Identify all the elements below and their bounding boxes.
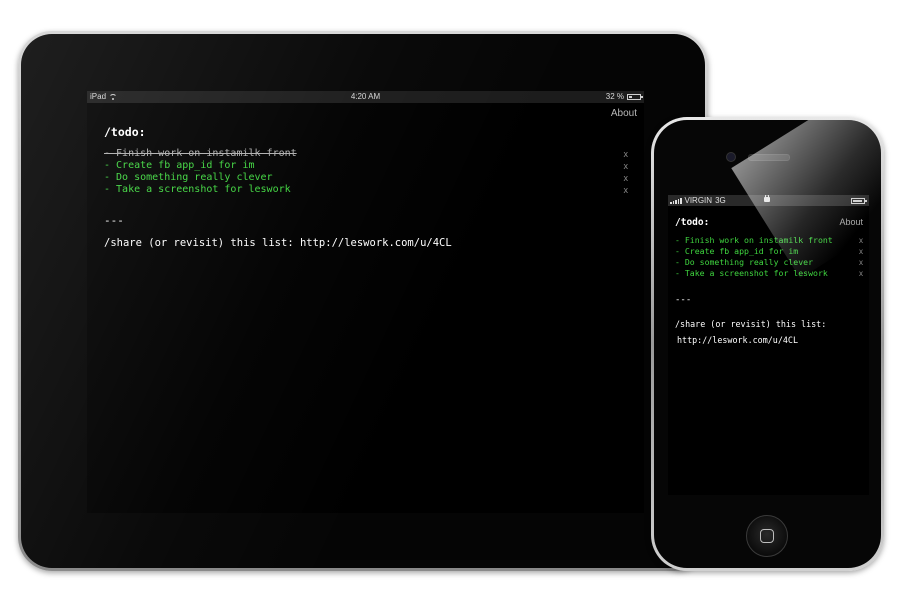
lock-icon: [764, 195, 770, 202]
todo-text[interactable]: - Create fb app_id for im: [104, 160, 255, 171]
share-text[interactable]: /share (or revisit) this list: http://le…: [104, 237, 644, 249]
battery-percent: 32 %: [605, 92, 624, 101]
carrier-name: VIRGIN: [684, 196, 713, 205]
ipad-screen: iPad 4:20 AM 32 % About /todo: - Finish …: [87, 91, 644, 513]
network-type: 3G: [715, 196, 726, 205]
status-carrier: VIRGIN 3G: [670, 195, 726, 206]
delete-todo-button[interactable]: x: [859, 257, 863, 268]
page-title: /todo:: [104, 125, 146, 139]
share-link[interactable]: http://leswork.com/u/4CL: [668, 335, 869, 345]
todo-item[interactable]: - Finish work on instamilk front x: [675, 235, 863, 246]
todo-item[interactable]: - Take a screenshot for leswork x: [675, 268, 863, 279]
separator: ---: [675, 295, 692, 305]
battery-icon: [851, 198, 867, 204]
todo-text[interactable]: - Finish work on instamilk front: [104, 148, 297, 159]
delete-todo-button[interactable]: x: [624, 172, 629, 184]
todo-text[interactable]: - Do something really clever: [104, 172, 273, 183]
todo-item[interactable]: - Create fb app_id for im x: [104, 160, 628, 172]
delete-todo-button[interactable]: x: [624, 184, 629, 196]
todo-item[interactable]: - Take a screenshot for leswork x: [104, 184, 628, 196]
todo-text[interactable]: - Finish work on instamilk front: [675, 235, 833, 245]
ipad-device: iPad 4:20 AM 32 % About /todo: - Finish …: [18, 31, 708, 571]
camera-icon: [726, 152, 736, 162]
battery-icon: [627, 94, 643, 100]
home-button[interactable]: [746, 515, 788, 557]
delete-todo-button[interactable]: x: [624, 148, 629, 160]
ipad-status-bar: iPad 4:20 AM 32 %: [87, 91, 644, 103]
todo-item[interactable]: - Finish work on instamilk front x: [104, 148, 628, 160]
about-link[interactable]: About: [839, 217, 863, 227]
todo-text[interactable]: - Create fb app_id for im: [675, 246, 798, 256]
todo-item[interactable]: - Do something really clever x: [675, 257, 863, 268]
page-title: /todo:: [675, 217, 710, 228]
speaker-grille: [748, 154, 790, 161]
separator: ---: [104, 214, 124, 227]
about-link[interactable]: About: [611, 108, 637, 119]
delete-todo-button[interactable]: x: [859, 235, 863, 246]
iphone-header: /todo: About: [668, 206, 869, 230]
todo-list: - Finish work on instamilk front x - Cre…: [668, 235, 869, 279]
share-text: /share (or revisit) this list:: [675, 319, 827, 329]
delete-todo-button[interactable]: x: [859, 268, 863, 279]
iphone-status-bar: VIRGIN 3G: [668, 195, 869, 206]
todo-text[interactable]: - Take a screenshot for leswork: [675, 268, 828, 278]
todo-text[interactable]: - Do something really clever: [675, 257, 813, 267]
todo-content: /todo: - Finish work on instamilk front …: [104, 125, 644, 249]
todo-item[interactable]: - Do something really clever x: [104, 172, 628, 184]
ipad-bezel: iPad 4:20 AM 32 % About /todo: - Finish …: [21, 34, 705, 568]
iphone-screen: VIRGIN 3G /todo: About - Finish work on …: [668, 195, 869, 495]
iphone-device: VIRGIN 3G /todo: About - Finish work on …: [651, 117, 884, 571]
todo-item[interactable]: - Create fb app_id for im x: [675, 246, 863, 257]
status-battery: 32 %: [605, 91, 643, 103]
iphone-body: VIRGIN 3G /todo: About - Finish work on …: [654, 120, 881, 568]
signal-icon: [670, 197, 682, 204]
todo-list: - Finish work on instamilk front x - Cre…: [104, 148, 644, 196]
todo-text[interactable]: - Take a screenshot for leswork: [104, 184, 291, 195]
delete-todo-button[interactable]: x: [859, 246, 863, 257]
status-time: 4:20 AM: [350, 92, 381, 101]
delete-todo-button[interactable]: x: [624, 160, 629, 172]
